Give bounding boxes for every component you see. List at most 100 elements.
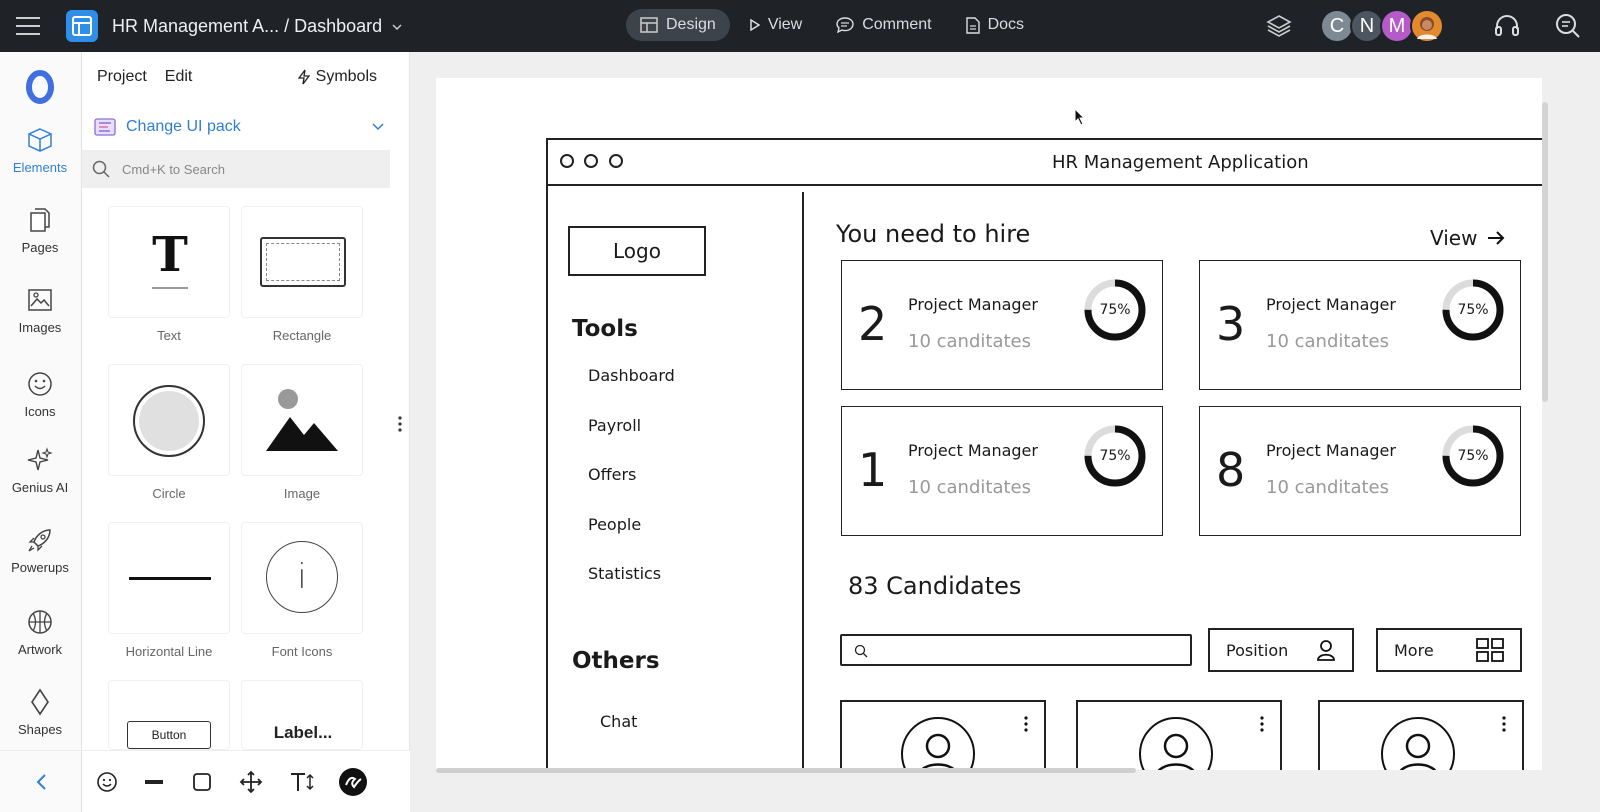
kebab-icon[interactable] [398,416,402,437]
rail-label: Genius AI [11,480,69,495]
layout-icon [640,17,658,33]
rail-item-artwork[interactable]: Artwork [0,608,80,657]
rail-item-pages[interactable]: Pages [0,206,80,255]
nav-item-dashboard[interactable]: Dashboard [588,366,675,385]
nav-item-people[interactable]: People [588,515,641,534]
project-title[interactable]: HR Management A... / Dashboard [112,16,382,37]
sidebar-divider [802,192,804,770]
nav-item-chat[interactable]: Chat [600,712,637,731]
candidate-card[interactable] [1318,700,1524,770]
nav-item-statistics[interactable]: Statistics [588,564,661,583]
progress-ring: 75% [1440,277,1506,343]
app-logo-icon[interactable] [66,10,98,42]
element-tile-text[interactable]: T [108,206,230,318]
rail-item-powerups[interactable]: Powerups [0,526,80,575]
chevron-down-icon[interactable] [392,19,402,33]
avatar-photo[interactable] [1410,9,1444,43]
hire-role: Project Manager [1266,295,1396,314]
search-icon [92,160,110,178]
hire-card[interactable]: 1 Project Manager 10 canditates 75% [841,406,1163,536]
hire-candidates: 10 canditates [1266,331,1389,352]
avatar-placeholder-icon [1381,717,1455,770]
brand-logo-icon[interactable] [23,70,57,109]
candidate-card[interactable] [840,700,1046,770]
text-size-icon[interactable] [276,771,328,793]
element-label: Horizontal Line [125,644,213,659]
vertical-scrollbar[interactable] [1542,102,1548,402]
avatar-initial: C [1329,14,1345,37]
hire-role: Project Manager [908,441,1038,460]
change-ui-pack-button[interactable]: Change UI pack [94,112,384,142]
element-tile-rectangle[interactable] [241,206,363,318]
view-label: View [1430,226,1478,250]
avatar[interactable]: C [1320,9,1354,43]
rail-label: Elements [12,160,68,175]
search-help-icon[interactable] [1536,13,1600,39]
hire-count: 3 [1216,297,1246,351]
text-glyph: T [152,227,188,283]
design-mode-button[interactable]: Design [626,9,730,41]
element-tile-horizontal-line[interactable] [108,522,230,634]
view-link[interactable]: View [1430,226,1505,250]
project-menu[interactable]: Project [97,68,147,86]
horizontal-scrollbar[interactable] [436,768,1136,773]
candidate-search-input[interactable] [840,634,1192,666]
rectangle-tool-icon[interactable] [178,772,226,792]
candidate-card[interactable] [1076,700,1282,770]
hire-card[interactable]: 8 Project Manager 10 canditates 75% [1199,406,1521,536]
collaborators: C N M [1320,9,1444,43]
element-tile-image[interactable] [241,364,363,476]
view-mode-button[interactable]: View [736,9,816,41]
comment-mode-button[interactable]: Comment [822,9,945,41]
nav-item-payroll[interactable]: Payroll [588,416,641,435]
rail-label: Images [18,320,62,335]
wireframe-window[interactable]: HR Management Application Logo Tools Das… [546,138,1542,770]
element-tile-button[interactable]: Button [108,680,230,750]
rail-label: Shapes [17,722,63,737]
element-tile-circle[interactable] [108,364,230,476]
symbols-label: Symbols [315,68,377,85]
edit-menu[interactable]: Edit [165,68,193,86]
element-tile-font-icons[interactable]: i [241,522,363,634]
layers-icon[interactable] [1264,14,1294,38]
nav-item-offers[interactable]: Offers [588,465,636,484]
search-placeholder: Cmd+K to Search [122,161,225,177]
kebab-icon[interactable] [1260,716,1264,732]
line-tool-icon[interactable] [130,779,178,785]
design-canvas[interactable]: HR Management Application Logo Tools Das… [410,52,1600,812]
kebab-icon[interactable] [1024,716,1028,732]
headset-icon[interactable] [1478,14,1536,38]
sparkle-icon [27,447,53,471]
rail-item-elements[interactable]: Elements [0,126,80,175]
artboard[interactable]: HR Management Application Logo Tools Das… [436,78,1542,770]
symbols-button[interactable]: Symbols [297,68,377,86]
collapse-panel-button[interactable] [0,750,82,812]
logo-placeholder[interactable]: Logo [568,226,706,276]
avatar-placeholder-icon [1139,717,1213,770]
avatar[interactable]: N [1350,9,1384,43]
docs-mode-button[interactable]: Docs [952,9,1038,41]
emoji-icon[interactable] [84,771,130,793]
more-button[interactable]: More [1376,628,1522,672]
smiley-icon [28,372,52,396]
move-tool-icon[interactable] [226,770,276,794]
ui-pack-icon [94,118,116,136]
button-shape: Button [127,721,211,749]
rail-item-images[interactable]: Images [0,286,80,335]
sketch-style-icon[interactable] [328,767,378,797]
rail-item-icons[interactable]: Icons [0,370,80,419]
image-icon [28,289,52,311]
search-input[interactable]: Cmd+K to Search [82,150,390,188]
window-dot [584,154,598,168]
more-label: More [1394,640,1434,660]
rail-item-shapes[interactable]: Shapes [0,688,80,737]
hire-card[interactable]: 3 Project Manager 10 canditates 75% [1199,260,1521,390]
kebab-icon[interactable] [1502,716,1506,732]
avatar[interactable]: M [1380,9,1414,43]
position-button[interactable]: Position [1208,628,1354,672]
rail-item-genius-ai[interactable]: Genius AI [0,446,80,495]
menu-icon[interactable] [0,0,56,52]
hire-card[interactable]: 2 Project Manager 10 canditates 75% [841,260,1163,390]
hire-candidates: 10 canditates [908,331,1031,352]
element-tile-label[interactable]: Label... [241,680,363,750]
